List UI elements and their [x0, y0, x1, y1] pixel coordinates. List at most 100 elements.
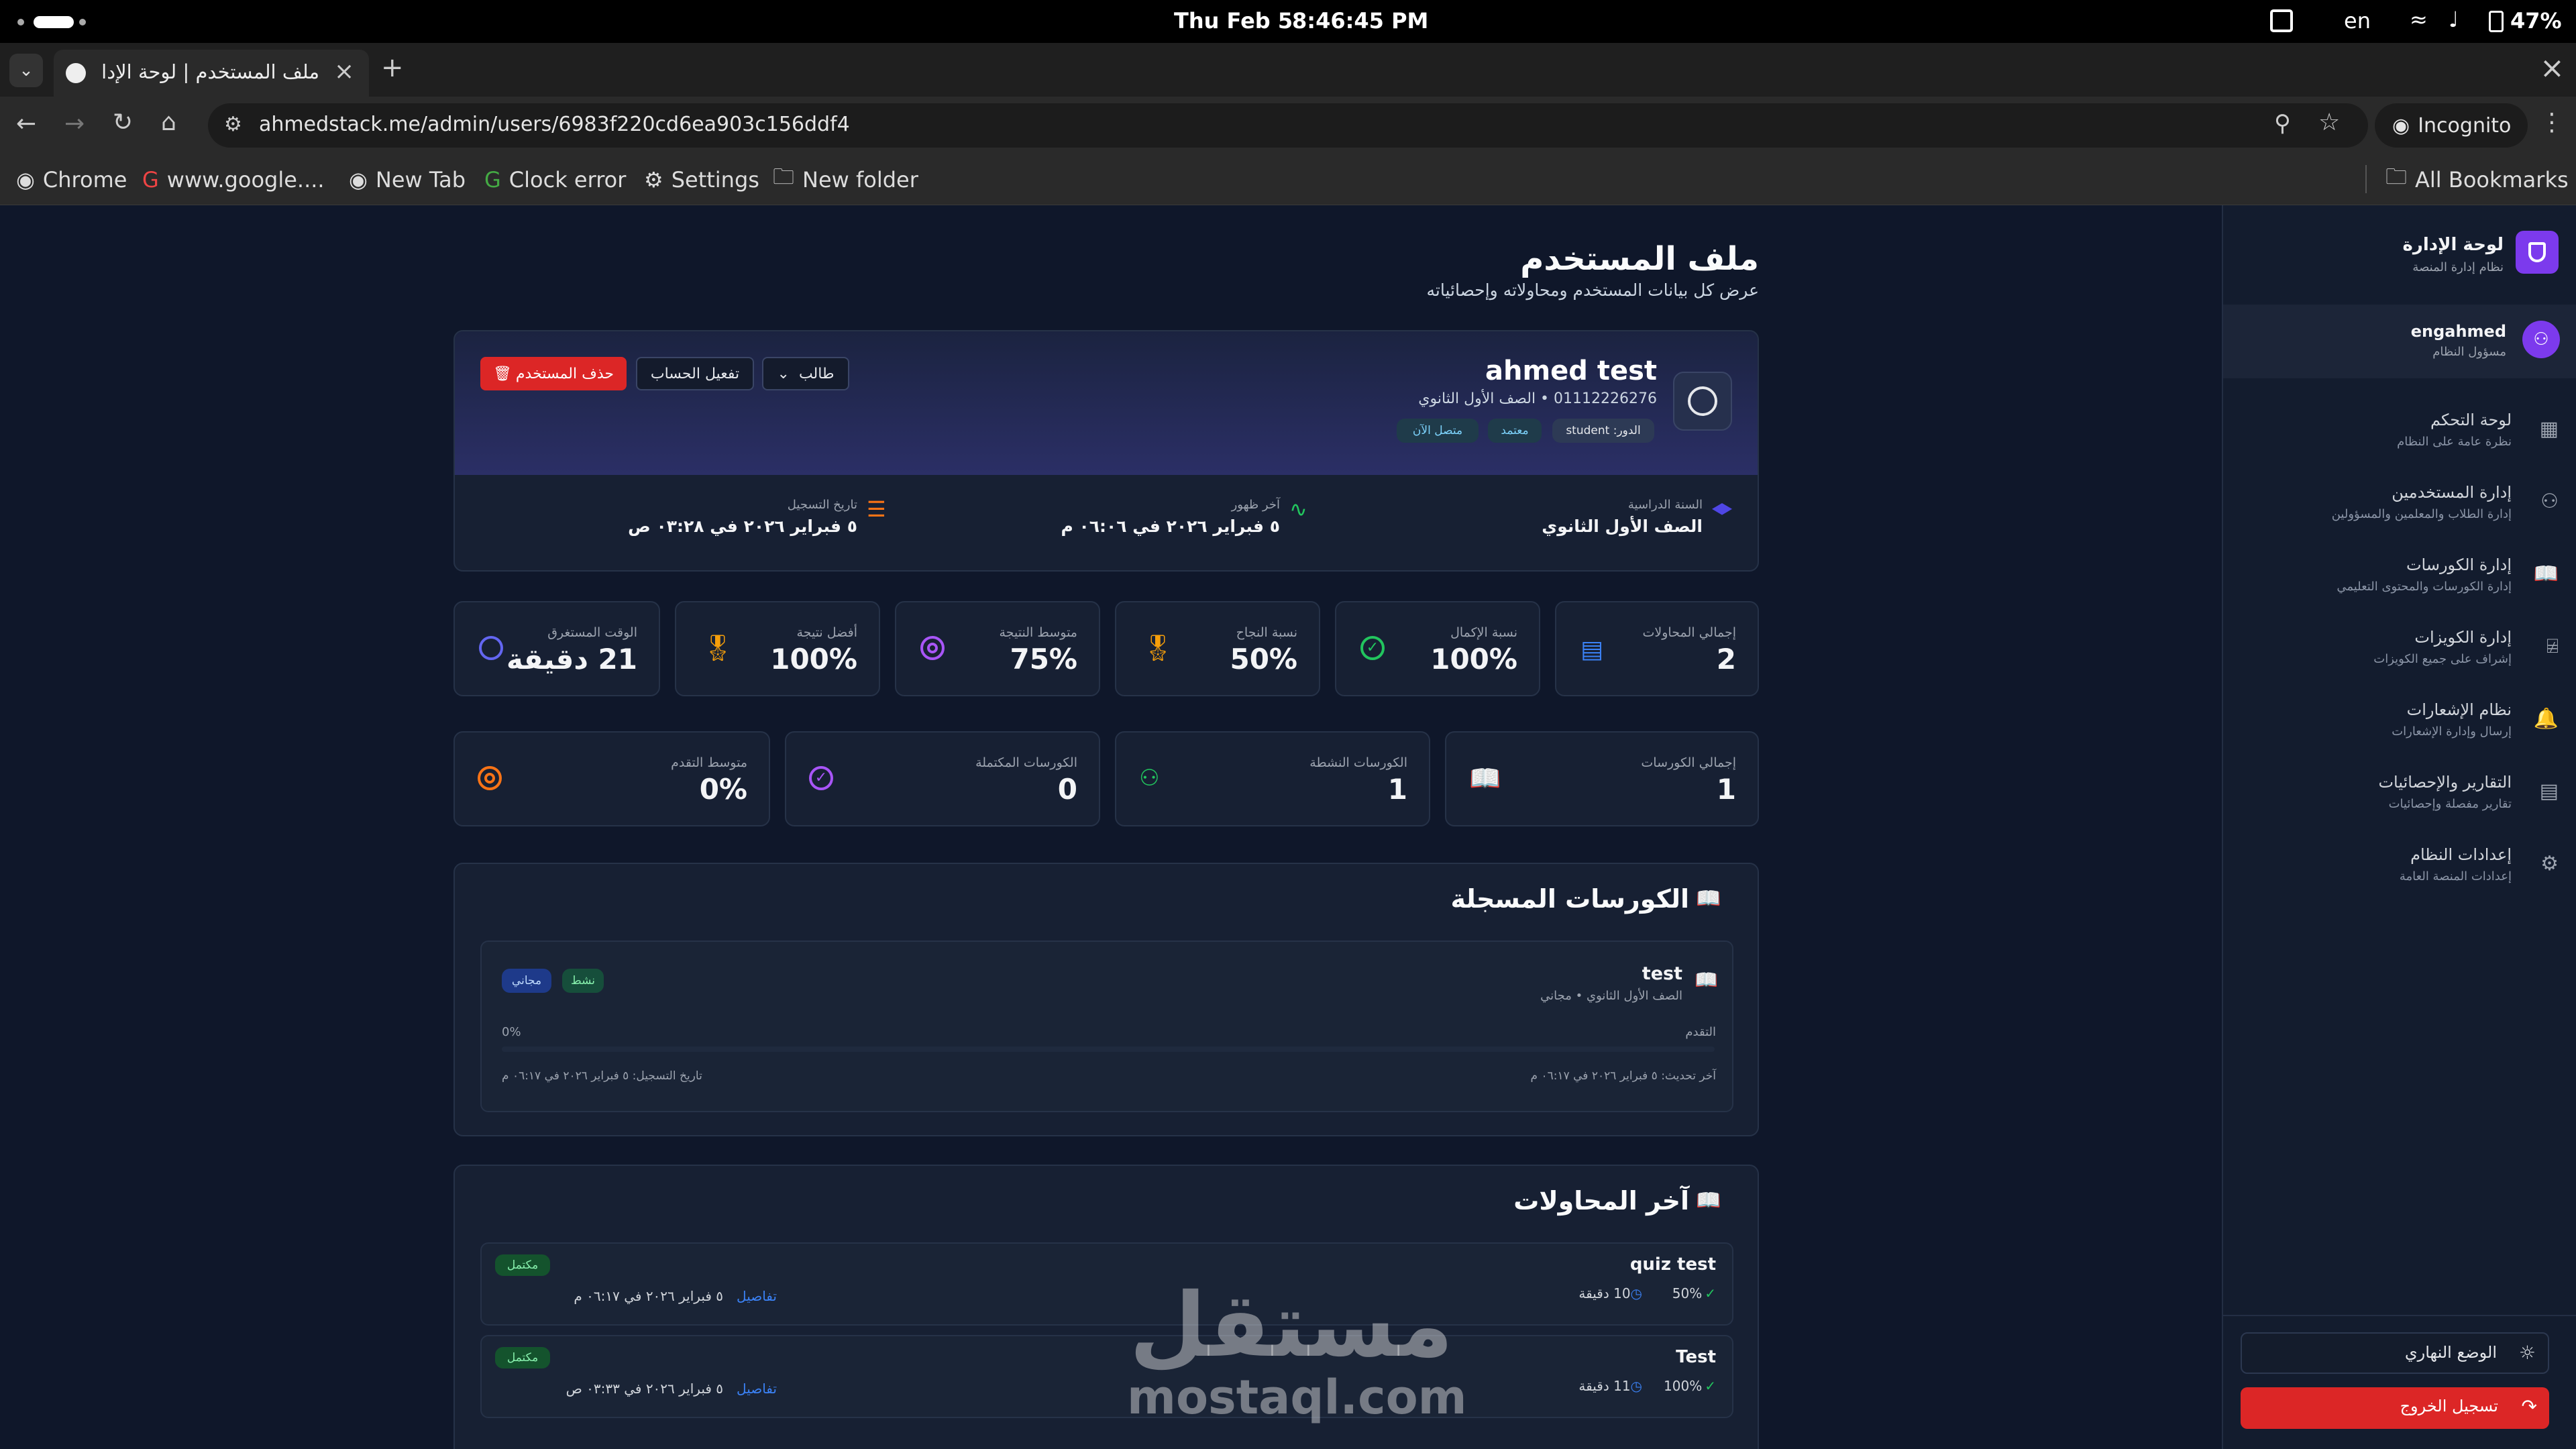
stat-card-average-progress: متوسط التقدم 0%: [453, 731, 770, 826]
attempt-duration: ◷11 دقيقة: [1578, 1378, 1642, 1394]
bookmark-star-icon[interactable]: ☆: [2318, 109, 2340, 136]
nav-settings[interactable]: ⚙ إعدادات النظام إعدادات المنصة العامة: [2243, 840, 2559, 898]
profile-phone-grade: 01112226276 • الصف الأول الثانوي: [1418, 390, 1657, 407]
attempt-row[interactable]: Test 100% ✓ ◷11 دقيقة مكتمل تفاصيل ٥ فبرا…: [480, 1335, 1733, 1418]
clock-icon: [479, 636, 503, 660]
bookmark-new-folder[interactable]: 🗀 New folder: [773, 164, 918, 196]
back-icon[interactable]: ←: [16, 110, 36, 138]
battery-icon: [2489, 11, 2504, 32]
home-icon[interactable]: ⌂: [161, 109, 176, 136]
os-status-bar: Thu Feb 5 8:46:45 PM en ≈ ♩ 47%: [0, 0, 2576, 43]
layout-icon[interactable]: [2270, 9, 2293, 32]
incognito-badge[interactable]: ◉ Incognito: [2375, 103, 2528, 148]
new-tab-icon[interactable]: +: [381, 52, 404, 83]
attempt-row[interactable]: quiz test 50% ✓ ◷10 دقيقة مكتمل تفاصيل ٥ …: [480, 1242, 1733, 1326]
stat-card-pass-rate: نسبة النجاح 50% 🎖: [1115, 601, 1320, 696]
zoom-icon[interactable]: ⚲: [2274, 110, 2291, 137]
nav-dashboard[interactable]: ▦ لوحة التحكم نظرة عامة على النظام: [2243, 405, 2559, 463]
stat-card-time-spent: الوقت المستغرق 21 دقيقة: [453, 601, 660, 696]
graduation-cap-icon: [1712, 503, 1732, 515]
year-label: السنة الدراسية: [1627, 498, 1703, 512]
reload-icon[interactable]: ↻: [113, 109, 133, 136]
tab-title: ملف المستخدم | لوحة الإدا: [101, 60, 319, 83]
progress-bar: [502, 1046, 1715, 1052]
profile-card: ahmed test 01112226276 • الصف الأول الثا…: [453, 330, 1759, 572]
last-seen-label: آخر ظهور: [1231, 498, 1280, 512]
bookmark-clock-error[interactable]: G Clock error: [484, 164, 626, 196]
book-open-icon: 📖: [1695, 969, 1718, 991]
os-language[interactable]: en: [2344, 8, 2371, 34]
section-title: الكورسات المسجلة: [1450, 884, 1689, 914]
trash-icon: 🗑: [492, 365, 512, 382]
course-name: test: [1642, 963, 1682, 984]
brand-subtitle: نظام إدارة المنصة: [2412, 260, 2504, 274]
google-icon: G: [142, 167, 159, 193]
details-link[interactable]: تفاصيل: [737, 1288, 777, 1304]
book-icon: 📖: [1469, 763, 1501, 793]
stat-value: 100%: [1430, 643, 1517, 676]
tab-search-button[interactable]: ⌄: [9, 54, 43, 87]
theme-toggle-button[interactable]: ☼ الوضع النهاري: [2241, 1332, 2549, 1374]
volume-icon[interactable]: ♩: [2449, 7, 2459, 32]
check-circle-icon: ✓: [1360, 636, 1385, 660]
course-price-badge: مجاني: [502, 969, 551, 993]
logout-button[interactable]: ↷ تسجيل الخروج: [2241, 1387, 2549, 1429]
stat-card-total-attempts: إجمالي المحاولات 2 ▤: [1555, 601, 1759, 696]
close-tab-icon[interactable]: ×: [334, 58, 354, 85]
active-desk-icon: [34, 16, 74, 28]
os-time: 8:46:45 PM: [1292, 8, 1429, 34]
stat-card-best-score: أفضل نتيجة 100% 🎖: [675, 601, 880, 696]
active-tab[interactable]: ملف المستخدم | لوحة الإدا ×: [54, 50, 369, 97]
stat-card-completion-rate: نسبة الإكمال 100% ✓: [1335, 601, 1540, 696]
course-card[interactable]: 📖 test الصف الأول الثانوي • مجاني نشط مج…: [480, 941, 1733, 1112]
all-bookmarks[interactable]: 🗀 All Bookmarks: [2385, 164, 2569, 196]
site-info-icon[interactable]: ⚙: [224, 113, 242, 136]
stat-card-completed-courses: الكورسات المكتملة 0 ✓: [785, 731, 1100, 826]
stat-label: نسبة النجاح: [1236, 625, 1297, 640]
stat-value: 21 دقيقة: [506, 643, 637, 676]
delete-user-button[interactable]: حذف المستخدم 🗑: [480, 357, 627, 390]
attempt-status-badge: مكتمل: [495, 1347, 550, 1368]
enrolled-courses-section: 📖 الكورسات المسجلة 📖 test الصف الأول الث…: [453, 863, 1759, 1136]
close-window-icon[interactable]: ×: [2540, 51, 2565, 85]
details-link[interactable]: تفاصيل: [737, 1381, 777, 1397]
stat-value: 0%: [699, 773, 747, 806]
folder-icon: 🗀: [773, 164, 795, 189]
check-circle-icon: ✓: [1705, 1378, 1716, 1394]
gear-icon: ⚙: [644, 167, 663, 193]
role-select[interactable]: ⌄ طالب: [762, 357, 849, 390]
attempt-date: ٥ فبراير ٢٠٢٦ في ٠٣:٣٣ ص: [566, 1381, 724, 1397]
stat-card-active-courses: الكورسات النشطة 1 ⚇: [1115, 731, 1430, 826]
activate-account-button[interactable]: تفعيل الحساب: [636, 357, 754, 390]
stat-card-average-score: متوسط النتيجة 75%: [895, 601, 1100, 696]
wifi-icon[interactable]: ≈: [2410, 7, 2428, 32]
stat-label: متوسط النتيجة: [999, 625, 1077, 640]
layers-icon: ☰: [867, 496, 886, 522]
stat-label: إجمالي المحاولات: [1642, 625, 1736, 640]
attempt-score: 50% ✓: [1672, 1285, 1716, 1301]
battery-level: 47%: [2510, 8, 2562, 34]
bookmark-chrome[interactable]: ◉ Chrome: [16, 164, 127, 196]
address-field[interactable]: ⚙ ahmedstack.me/admin/users/6983f220cd6e…: [208, 103, 2368, 148]
nav-reports[interactable]: ▤ التقارير والإحصائيات تقارير مفصلة وإحص…: [2243, 767, 2559, 825]
nav-courses[interactable]: 📖 إدارة الكورسات إدارة الكورسات والمحتوى…: [2243, 550, 2559, 608]
stat-label: الكورسات النشطة: [1309, 755, 1407, 770]
bookmark-settings[interactable]: ⚙ Settings: [644, 164, 759, 196]
nav-users[interactable]: ⚇ إدارة المستخدمين إدارة الطلاب والمعلمي…: [2243, 478, 2559, 535]
forward-icon[interactable]: →: [64, 110, 85, 138]
bookmark-new-tab[interactable]: ◉ New Tab: [349, 164, 466, 196]
stat-label: الكورسات المكتملة: [975, 755, 1077, 770]
bar-chart-icon: ▤: [2539, 780, 2559, 803]
role-badge: الدور: student: [1552, 419, 1654, 443]
bookmark-google[interactable]: Gwww.google....: [142, 164, 325, 196]
attempt-footer: تفاصيل ٥ فبراير ٢٠٢٦ في ٠٦:١٧ م: [495, 1288, 777, 1304]
award-icon: 🎖: [1142, 633, 1175, 663]
url-text: ahmedstack.me/admin/users/6983f220cd6ea9…: [259, 113, 850, 136]
user-circle-icon: [1688, 386, 1717, 416]
current-user-panel[interactable]: ⚇ engahmed مسؤول النظام: [2223, 305, 2576, 378]
nav-notifications[interactable]: 🔔 نظام الإشعارات إرسال وإدارة الإشعارات: [2243, 695, 2559, 753]
menu-icon[interactable]: ⋮: [2540, 109, 2564, 136]
nav-quizzes[interactable]: ⍯ إدارة الكويزات إشراف على جميع الكويزات: [2243, 623, 2559, 680]
year-value: الصف الأول الثانوي: [1542, 517, 1703, 536]
chevron-down-icon: ⌄: [777, 365, 790, 382]
